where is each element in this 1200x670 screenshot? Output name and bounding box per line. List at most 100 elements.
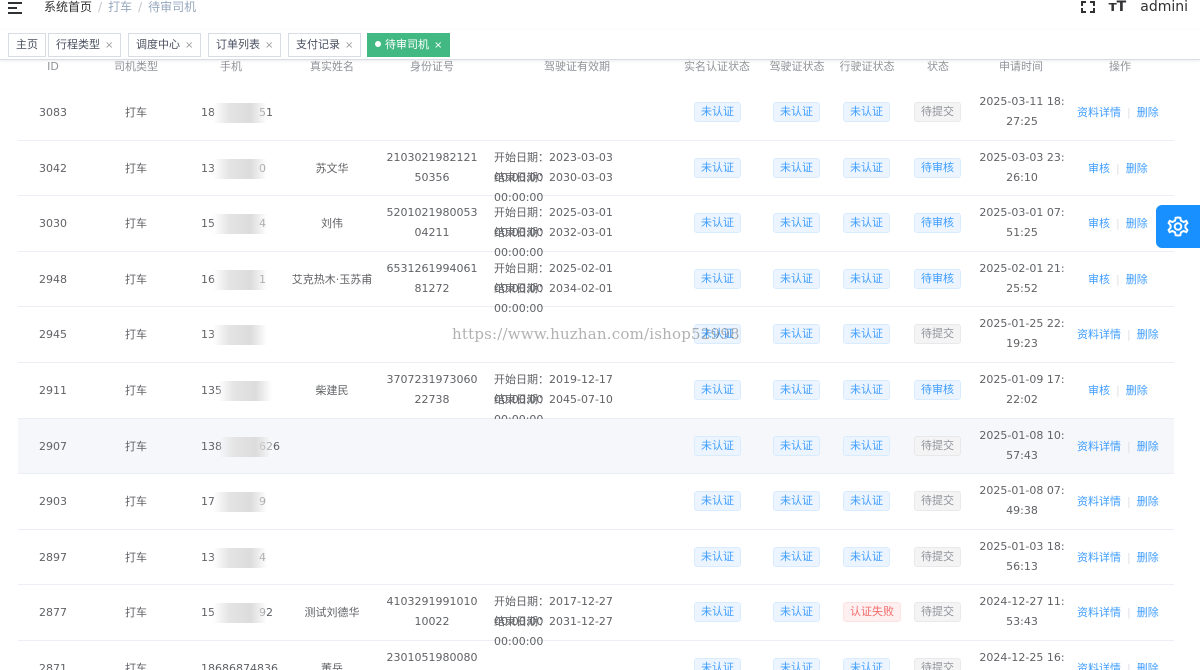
detail-link[interactable]: 资料详情: [1077, 495, 1121, 508]
tag-label: 行程类型: [56, 38, 100, 51]
row-actions: 资料详情 | 删除: [1077, 105, 1159, 121]
detail-link[interactable]: 资料详情: [1077, 662, 1121, 670]
review-link[interactable]: 审核: [1088, 273, 1110, 286]
cell-id-number: 5201021980053: [386, 206, 478, 220]
vehicle-license-status-badge: 未认证: [843, 546, 890, 567]
cell-phone: 1851: [201, 103, 291, 123]
delete-link[interactable]: 删除: [1137, 328, 1159, 341]
top-navbar: 系统首页 / 打车 / 待审司机 тТ admini: [0, 0, 1200, 20]
gear-icon: [1167, 216, 1189, 237]
vehicle-license-status-badge: 未认证: [843, 157, 890, 178]
driving-license-status-badge: 未认证: [773, 157, 820, 178]
delete-link[interactable]: 删除: [1126, 162, 1148, 175]
cell-phone: 130: [201, 158, 291, 179]
row-actions: 审核 | 删除: [1088, 161, 1148, 177]
driving-license-status-badge: 未认证: [773, 380, 820, 400]
detail-link[interactable]: 资料详情: [1077, 606, 1121, 619]
phone-mask: [213, 269, 267, 290]
tag-5[interactable]: 支付记录 ×: [288, 33, 362, 57]
settings-button[interactable]: [1156, 205, 1200, 248]
driving-license-status-badge: 未认证: [773, 546, 820, 567]
close-icon[interactable]: ×: [105, 40, 113, 51]
cell-id: 2948: [39, 272, 67, 286]
delete-link[interactable]: 删除: [1137, 495, 1159, 508]
detail-link[interactable]: 资料详情: [1077, 440, 1121, 453]
delete-link[interactable]: 删除: [1126, 217, 1148, 230]
close-icon[interactable]: ×: [434, 40, 442, 51]
divider: |: [1127, 550, 1131, 564]
breadcrumb-home[interactable]: 系统首页: [44, 0, 92, 14]
cell-id: 3042: [39, 161, 67, 175]
tag-1[interactable]: 主页: [8, 33, 46, 57]
detail-link[interactable]: 资料详情: [1077, 106, 1121, 119]
cell-apply-time: 51:25: [1006, 226, 1038, 240]
tag-3[interactable]: 调度中心 ×: [128, 33, 202, 57]
cell-apply-time: 2025-03-01 07:: [979, 206, 1065, 220]
delete-link[interactable]: 删除: [1137, 106, 1159, 119]
row-actions: 审核 | 删除: [1088, 272, 1148, 288]
vehicle-license-status-badge: 未认证: [843, 268, 890, 289]
tags-view: 主页 行程类型 × 调度中心 × 订单列表 × 支付记录 × 待审司机 ×: [0, 30, 1200, 60]
review-link[interactable]: 审核: [1088, 217, 1110, 230]
table-row: 2911 打车 135 柴建民 3707231973060 22738 开始日期：2019-…: [18, 363, 1174, 426]
table-row: 2907 打车 138626 未认证 未认证 未认证 待提交 2025-01-08 10: 57…: [18, 418, 1174, 475]
cell-apply-time: 2024-12-25 16:: [979, 651, 1065, 664]
close-icon[interactable]: ×: [345, 40, 353, 51]
cell-id: 2903: [39, 495, 67, 509]
table-row: 2948打车161艾克热木·玉苏甫653126199406181272开始日期：…: [18, 252, 1174, 315]
review-link[interactable]: 审核: [1088, 162, 1110, 175]
cell-driver-type: 打车: [125, 550, 147, 564]
delete-link[interactable]: 删除: [1126, 273, 1148, 286]
status-badge: 待提交: [914, 435, 961, 456]
cell-driver-type: 打车: [125, 606, 147, 620]
close-icon[interactable]: ×: [185, 40, 193, 51]
column-header: 身份证号: [410, 60, 454, 73]
detail-link[interactable]: 资料详情: [1077, 551, 1121, 564]
phone-mask: [213, 103, 267, 123]
real-name-status-badge: 未认证: [694, 658, 741, 670]
table-row: 2897 打车 134 未认证 未认证 未认证 待提交 2025-01-03 18: 56:13…: [18, 530, 1174, 586]
watermark: https://www.huzhan.com/ishop52998: [452, 325, 740, 343]
status-badge: 待审核: [914, 213, 961, 234]
close-icon[interactable]: ×: [265, 40, 273, 51]
cell-apply-time: 56:13: [1006, 559, 1038, 573]
phone-mask: [213, 547, 267, 568]
tag-6[interactable]: 待审司机 ×: [367, 33, 451, 57]
divider: |: [1127, 606, 1131, 620]
real-name-status-badge: 未认证: [694, 268, 741, 289]
divider: |: [1127, 106, 1131, 119]
driving-license-status-badge: 未认证: [773, 324, 820, 345]
cell-id-number: 6531261994061: [386, 261, 478, 275]
hamburger-icon[interactable]: [8, 2, 22, 14]
review-link[interactable]: 审核: [1088, 384, 1110, 397]
cell-id: 2871: [39, 662, 67, 670]
status-badge: 待提交: [914, 102, 961, 122]
tag-2[interactable]: 行程类型 ×: [48, 33, 122, 57]
cell-phone: 1592: [201, 603, 291, 624]
cell-phone: 135: [201, 381, 291, 401]
breadcrumb-item[interactable]: 打车: [108, 0, 132, 14]
delete-link[interactable]: 删除: [1137, 551, 1159, 564]
cell-real-name: 柴建民: [315, 384, 349, 397]
delete-link[interactable]: 删除: [1137, 606, 1159, 619]
delete-link[interactable]: 删除: [1137, 662, 1159, 670]
cell-apply-time: 25:52: [1006, 281, 1038, 295]
delete-link[interactable]: 删除: [1137, 440, 1159, 453]
delete-link[interactable]: 删除: [1126, 384, 1148, 397]
cell-real-name: 艾克热木·玉苏甫: [291, 272, 373, 286]
detail-link[interactable]: 资料详情: [1077, 328, 1121, 341]
row-actions: 资料详情 | 删除: [1077, 439, 1159, 455]
fullscreen-icon[interactable]: [1080, 1, 1095, 13]
row-actions: 审核 | 删除: [1088, 383, 1148, 399]
phone-mask: [213, 603, 267, 624]
user-name[interactable]: admini: [1140, 0, 1188, 14]
divider: |: [1127, 439, 1131, 453]
driving-license-status-badge: 未认证: [773, 268, 820, 289]
font-size-icon[interactable]: тТ: [1109, 0, 1127, 14]
cell-driver-type: 打车: [125, 106, 147, 119]
table-row: 3030打车154刘伟520102198005304211开始日期：2025-0…: [18, 196, 1174, 259]
breadcrumb: 系统首页 / 打车 / 待审司机: [44, 0, 197, 14]
driving-license-status-badge: 未认证: [773, 213, 820, 234]
row-actions: 资料详情 | 删除: [1077, 494, 1159, 510]
tag-4[interactable]: 订单列表 ×: [208, 33, 282, 57]
